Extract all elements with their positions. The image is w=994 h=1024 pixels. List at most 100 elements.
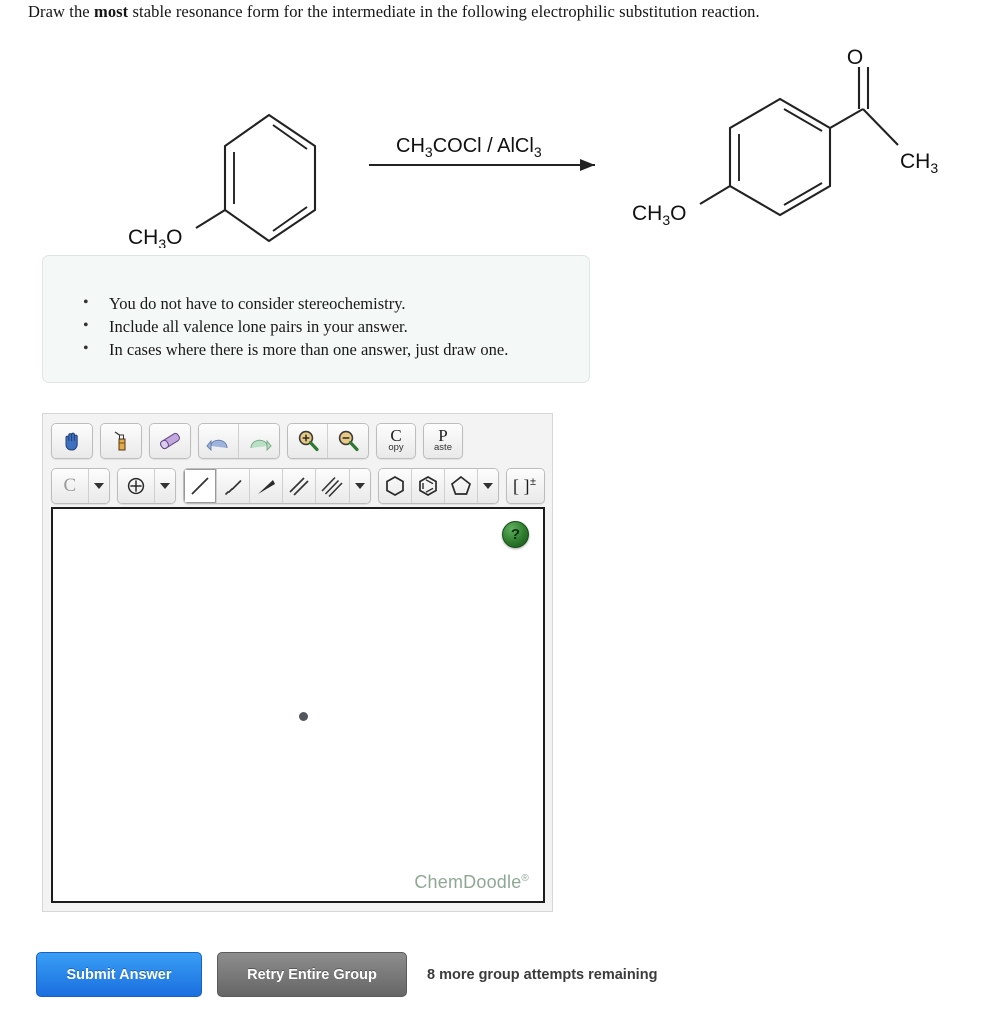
attempts-remaining-text: 8 more group attempts remaining bbox=[427, 966, 658, 983]
chevron-down-icon bbox=[483, 483, 494, 489]
prompt-text-after: stable resonance form for the intermedia… bbox=[128, 2, 760, 21]
product-methoxy-bond bbox=[699, 185, 731, 205]
toolgroup-eraser bbox=[149, 423, 191, 459]
eraser-icon bbox=[160, 432, 180, 450]
reagent-label: CH3COCl / AlCl3 bbox=[396, 135, 542, 160]
magnifier-plus-icon bbox=[298, 430, 319, 452]
watermark-text: ChemDoodle bbox=[414, 872, 522, 892]
element-label: C bbox=[63, 475, 77, 496]
solid-wedge-bond-icon bbox=[258, 480, 276, 494]
product-methyl-label: CH3 bbox=[900, 150, 938, 176]
chemdoodle-sketcher[interactable]: C opy P aste C [] ± ? ChemDoodle® bbox=[42, 413, 553, 912]
toolgroup-bracket: [ ] ± bbox=[506, 468, 545, 504]
clear-tool[interactable] bbox=[101, 424, 141, 458]
pentagon-icon bbox=[450, 475, 471, 495]
product-carbonyl-oxygen-label: O bbox=[847, 46, 863, 69]
chemdoodle-watermark: ChemDoodle® bbox=[414, 872, 529, 893]
footer-actions: Submit Answer Retry Entire Group 8 more … bbox=[36, 952, 657, 997]
hashed-wedge-bond-icon bbox=[225, 480, 242, 495]
product-structure: CH3O O CH3 bbox=[632, 46, 938, 228]
charge-dropdown[interactable] bbox=[154, 469, 175, 503]
triple-bond-icon bbox=[321, 476, 344, 498]
spray-bottle-icon bbox=[114, 431, 126, 451]
benzene-ring-icon bbox=[419, 476, 437, 496]
reactant-benzene-ring bbox=[223, 113, 317, 243]
benzene-ring-tool[interactable] bbox=[411, 469, 445, 503]
instruction-item: In cases where there is more than one an… bbox=[83, 337, 589, 361]
instruction-item: Include all valence lone pairs in your a… bbox=[83, 314, 589, 338]
triple-bond-tool[interactable] bbox=[316, 469, 350, 503]
copy-button[interactable]: C opy bbox=[377, 424, 415, 458]
hexagon-icon bbox=[385, 476, 404, 496]
pan-hand-tool[interactable] bbox=[52, 424, 92, 458]
bond-dropdown[interactable] bbox=[349, 469, 370, 503]
product-methyl-bond bbox=[862, 108, 899, 146]
ring-dropdown[interactable] bbox=[478, 469, 499, 503]
single-bond-icon bbox=[191, 477, 209, 495]
instruction-item: You do not have to consider stereochemis… bbox=[83, 291, 589, 315]
bracket-charge-icon: [ ] ± bbox=[513, 476, 536, 496]
product-methoxy-label: CH3O bbox=[632, 202, 686, 228]
watermark-registered-mark: ® bbox=[521, 873, 529, 884]
instructions-box: You do not have to consider stereochemis… bbox=[42, 255, 590, 383]
solid-wedge-bond-tool[interactable] bbox=[250, 469, 284, 503]
help-button[interactable]: ? bbox=[502, 521, 529, 548]
toolgroup-charge bbox=[117, 468, 176, 504]
reaction-scheme: CH3O CH3COCl / AlCl3 CH3O O CH3 bbox=[0, 28, 994, 248]
prompt-text-before: Draw the bbox=[28, 2, 94, 21]
toolgroup-clear bbox=[100, 423, 142, 459]
zoom-in-tool[interactable] bbox=[288, 424, 328, 458]
bracket-charge-tool[interactable]: [ ] ± bbox=[507, 469, 544, 503]
toolgroup-copy: C opy bbox=[376, 423, 416, 459]
chevron-down-icon bbox=[159, 483, 170, 489]
element-dropdown[interactable] bbox=[88, 469, 109, 503]
product-acyl-bond bbox=[829, 108, 864, 129]
copy-letter: C bbox=[390, 426, 402, 445]
reactant-methoxy-label: CH3O bbox=[128, 226, 182, 248]
hashed-wedge-bond-tool[interactable] bbox=[217, 469, 251, 503]
redo-arrow-icon bbox=[250, 439, 272, 452]
undo-tool[interactable] bbox=[199, 424, 239, 458]
product-benzene-ring bbox=[728, 97, 832, 217]
sketcher-toolbar-row-2: C [] ± bbox=[43, 462, 552, 508]
retry-entire-group-button[interactable]: Retry Entire Group bbox=[217, 952, 407, 997]
submit-answer-button[interactable]: Submit Answer bbox=[36, 952, 202, 997]
toolgroup-rings bbox=[377, 468, 500, 504]
svg-text:[ ]: [ ] bbox=[513, 476, 530, 496]
magnifier-minus-icon bbox=[338, 430, 359, 452]
reactant-methoxy-bond bbox=[195, 209, 226, 229]
redo-tool[interactable] bbox=[239, 424, 279, 458]
instructions-list: You do not have to consider stereochemis… bbox=[43, 256, 589, 361]
svg-text:±: ± bbox=[530, 476, 536, 488]
reaction-arrow-group: CH3COCl / AlCl3 bbox=[369, 135, 595, 171]
single-bond-tool[interactable] bbox=[184, 469, 218, 503]
double-bond-tool[interactable] bbox=[283, 469, 317, 503]
sketcher-toolbar-row-1: C opy P aste bbox=[43, 414, 552, 462]
hand-icon bbox=[65, 432, 78, 451]
element-label-tool[interactable]: C bbox=[52, 469, 89, 503]
page-title: Draw the most stable resonance form for … bbox=[28, 2, 760, 22]
paste-letter: P bbox=[438, 426, 448, 445]
paste-button[interactable]: P aste bbox=[424, 424, 462, 458]
prompt-emphasis: most bbox=[93, 2, 129, 21]
chevron-down-icon bbox=[354, 483, 365, 489]
toolgroup-paste: P aste bbox=[423, 423, 463, 459]
toolgroup-undo-redo bbox=[198, 423, 280, 459]
toolgroup-bonds bbox=[183, 468, 371, 504]
drawing-canvas[interactable]: ? ChemDoodle® bbox=[51, 507, 545, 903]
copy-rest: opy bbox=[388, 442, 404, 453]
undo-arrow-icon bbox=[205, 439, 227, 452]
paste-rest: aste bbox=[434, 442, 452, 453]
reaction-arrow-head bbox=[580, 159, 595, 171]
canvas-atom-dot[interactable] bbox=[299, 712, 308, 721]
eraser-tool[interactable] bbox=[150, 424, 190, 458]
cyclopentane-ring-tool[interactable] bbox=[444, 469, 479, 503]
toolgroup-element: C bbox=[51, 468, 110, 504]
toolgroup-hand bbox=[51, 423, 93, 459]
toolgroup-zoom bbox=[287, 423, 369, 459]
double-bond-icon bbox=[289, 477, 309, 496]
charge-tool[interactable] bbox=[118, 469, 155, 503]
cyclohexane-ring-tool[interactable] bbox=[378, 469, 412, 503]
chevron-down-icon bbox=[93, 483, 104, 489]
zoom-out-tool[interactable] bbox=[328, 424, 368, 458]
